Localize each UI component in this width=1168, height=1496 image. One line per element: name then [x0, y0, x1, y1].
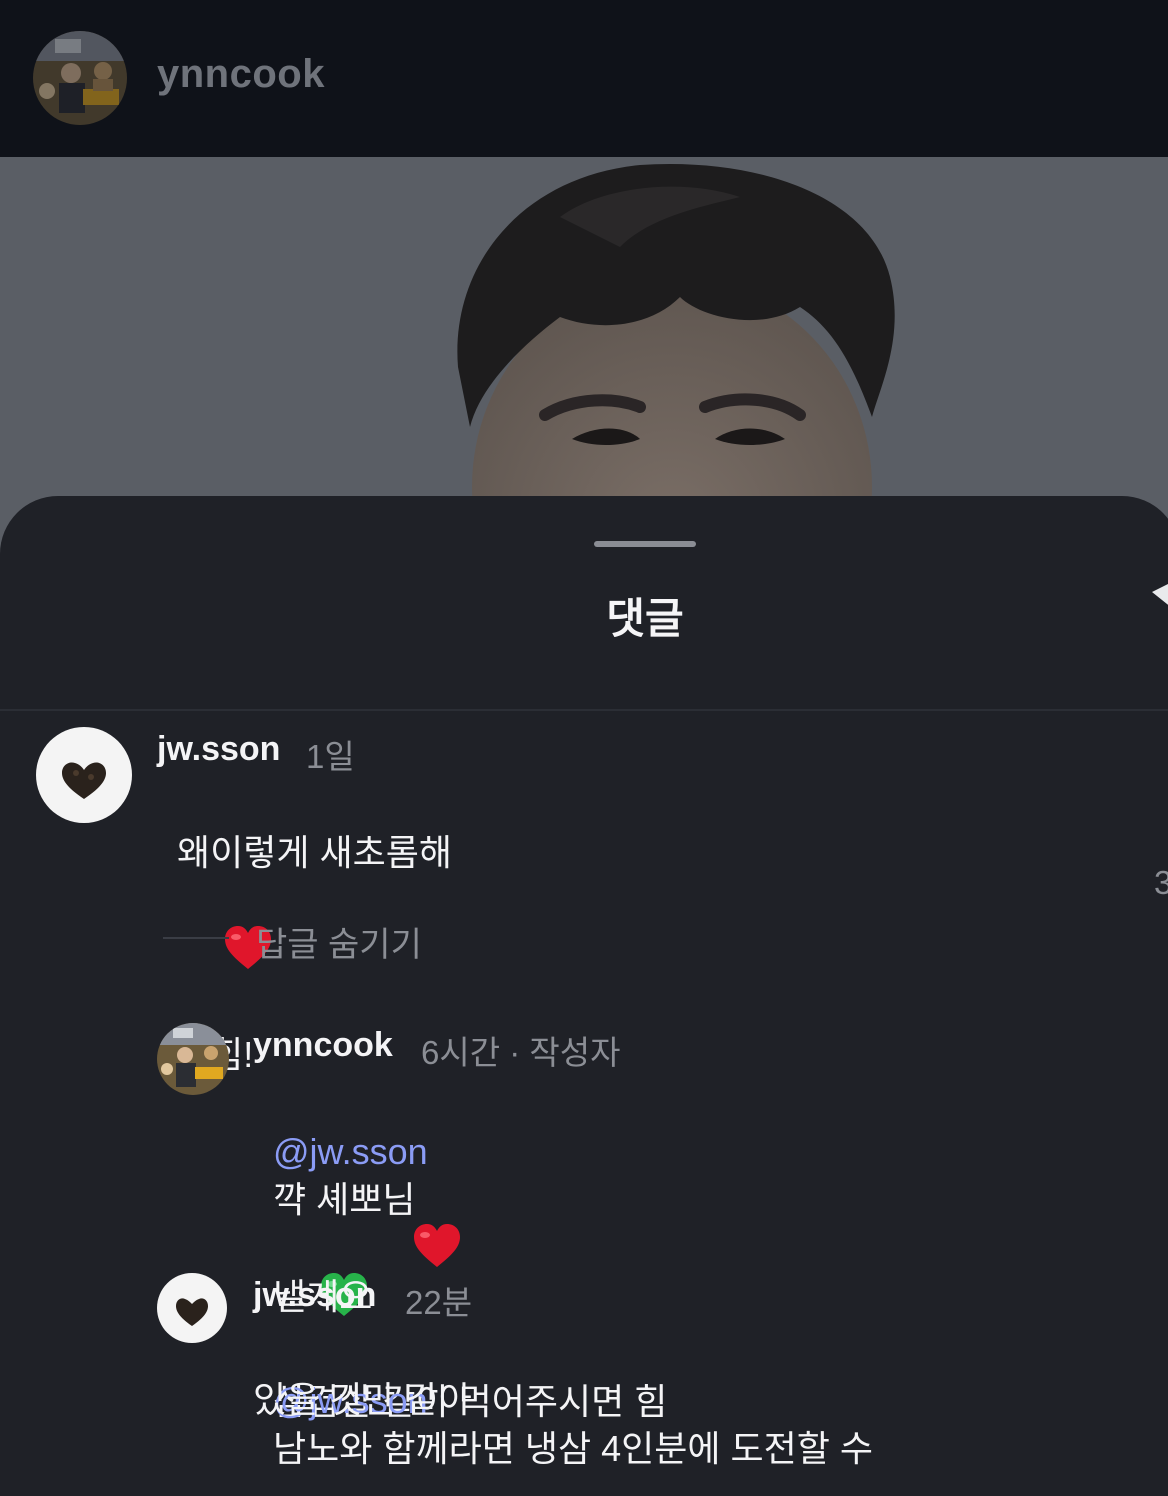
hide-replies-button[interactable]: 답글 숨기기 — [256, 917, 422, 966]
reply-avatar[interactable] — [157, 1023, 229, 1095]
profile-avatar[interactable] — [33, 31, 127, 125]
share-icon[interactable] — [1152, 582, 1168, 617]
reply-avatar[interactable] — [157, 1273, 227, 1343]
comment-body: 왜이렇게 새초롬해 — [177, 832, 452, 873]
reply-time: 6시간 — [421, 1034, 501, 1071]
author-badge: · 작성자 — [509, 1034, 621, 1071]
sheet-title: 댓글 — [606, 595, 684, 642]
reply-username[interactable]: jw.sson — [253, 1276, 376, 1315]
sheet-drag-handle[interactable] — [594, 541, 696, 547]
reply-text-line2: 있을 것만 같아 — [253, 1379, 472, 1420]
reply-time: 22분 — [405, 1284, 473, 1321]
reply-meta: 6시간 · 작성자 — [421, 1026, 621, 1074]
reply-body: 남노와 함께라면 냉삼 4인분에 도전할 수 — [273, 1428, 873, 1469]
post-header: ynncook — [0, 0, 1168, 157]
replies-divider — [163, 937, 229, 939]
header-username[interactable]: ynncook — [157, 52, 325, 97]
comment-username[interactable]: jw.sson — [157, 730, 280, 769]
side-count: 3 — [1154, 864, 1168, 901]
comment-avatar[interactable] — [36, 727, 132, 823]
reply-username[interactable]: ynncook — [253, 1026, 393, 1065]
sheet-divider — [0, 709, 1168, 711]
comment-time: 1일 — [306, 738, 355, 775]
